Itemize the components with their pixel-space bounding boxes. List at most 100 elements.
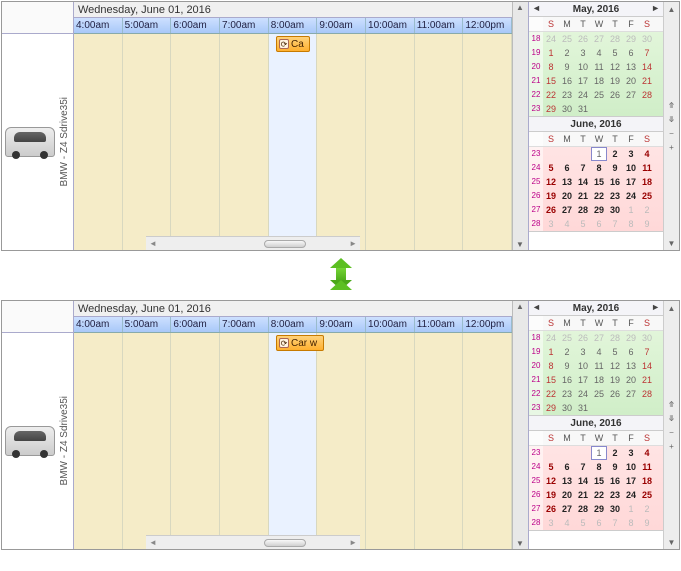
calendar-day[interactable]: 30 — [639, 32, 655, 46]
calendar-day[interactable]: 3 — [575, 345, 591, 359]
calendar-day[interactable]: 13 — [559, 175, 575, 189]
grid-column[interactable] — [171, 34, 220, 250]
calendar-day[interactable]: 24 — [623, 488, 639, 502]
calendar-day[interactable]: 29 — [591, 203, 607, 217]
calendar-day[interactable]: 9 — [607, 161, 623, 175]
appointment[interactable]: ⟳Car w — [276, 335, 324, 351]
calendar-day[interactable]: 29 — [623, 32, 639, 46]
calendar-day[interactable]: 21 — [575, 189, 591, 203]
zoom-in-button[interactable]: + — [669, 142, 674, 154]
calendar-day[interactable]: 5 — [543, 161, 559, 175]
calendar-day[interactable] — [575, 147, 591, 161]
calendar-day[interactable]: 1 — [591, 446, 607, 460]
calendar-day[interactable]: 4 — [559, 217, 575, 231]
calendar-day[interactable]: 23 — [607, 488, 623, 502]
calendar-day[interactable]: 8 — [591, 460, 607, 474]
grid-column[interactable] — [269, 333, 318, 549]
calendar-day[interactable]: 7 — [575, 460, 591, 474]
calendar-day[interactable] — [639, 401, 655, 415]
calendar-day[interactable]: 4 — [591, 345, 607, 359]
calendar-day[interactable] — [559, 446, 575, 460]
calendar-day[interactable]: 9 — [639, 217, 655, 231]
grid-column[interactable] — [269, 34, 318, 250]
calendar-day[interactable]: 24 — [575, 88, 591, 102]
grid-column[interactable] — [415, 333, 464, 549]
calendar-day[interactable]: 11 — [591, 359, 607, 373]
scroll-up-button[interactable]: ▲ — [668, 303, 676, 315]
calendar-day[interactable]: 3 — [543, 516, 559, 530]
calendar-day[interactable]: 15 — [591, 175, 607, 189]
calendar-day[interactable]: 15 — [543, 74, 559, 88]
appointment[interactable]: ⟳Ca — [276, 36, 310, 52]
calendar-day[interactable] — [591, 401, 607, 415]
calendar-day[interactable] — [591, 102, 607, 116]
calendar-day[interactable]: 21 — [575, 488, 591, 502]
calendar-day[interactable]: 2 — [607, 446, 623, 460]
next-month-button[interactable]: ► — [651, 3, 660, 13]
calendar-day[interactable]: 5 — [575, 217, 591, 231]
zoom-out-button[interactable]: − — [669, 128, 674, 140]
calendar-day[interactable]: 31 — [575, 401, 591, 415]
calendar-day[interactable]: 4 — [591, 46, 607, 60]
calendar-day[interactable]: 5 — [575, 516, 591, 530]
calendar-day[interactable]: 27 — [559, 502, 575, 516]
calendar-day[interactable] — [559, 147, 575, 161]
grid-column[interactable] — [123, 34, 172, 250]
calendar-day[interactable]: 26 — [575, 331, 591, 345]
calendar-day[interactable]: 2 — [559, 46, 575, 60]
calendar-day[interactable]: 30 — [559, 102, 575, 116]
calendar-day[interactable]: 28 — [639, 387, 655, 401]
calendar-day[interactable]: 26 — [607, 387, 623, 401]
calendar-day[interactable]: 10 — [623, 161, 639, 175]
calendar-day[interactable]: 26 — [543, 502, 559, 516]
calendar-day[interactable]: 8 — [543, 60, 559, 74]
calendar-day[interactable]: 4 — [639, 446, 655, 460]
calendar-day[interactable]: 28 — [639, 88, 655, 102]
calendar-day[interactable]: 25 — [559, 32, 575, 46]
calendar-day[interactable]: 8 — [591, 161, 607, 175]
calendar-day[interactable]: 3 — [543, 217, 559, 231]
timeline-grid[interactable]: ⟳Ca — [74, 34, 512, 250]
calendar-day[interactable]: 13 — [623, 60, 639, 74]
horizontal-scrollbar[interactable] — [146, 236, 360, 250]
calendar-day[interactable]: 15 — [543, 373, 559, 387]
calendar-day[interactable]: 25 — [639, 189, 655, 203]
calendar-day[interactable]: 19 — [543, 189, 559, 203]
calendar-day[interactable]: 19 — [607, 373, 623, 387]
calendar-day[interactable]: 14 — [575, 474, 591, 488]
grid-column[interactable] — [317, 34, 366, 250]
scrollbar-thumb[interactable] — [264, 240, 306, 248]
calendar-day[interactable]: 29 — [543, 401, 559, 415]
vertical-scrollbar[interactable] — [512, 301, 528, 549]
resource-row[interactable]: BMW - Z4 Sdrive35i — [2, 333, 73, 549]
calendar-day[interactable]: 6 — [623, 345, 639, 359]
calendar-day[interactable]: 26 — [607, 88, 623, 102]
calendar-day[interactable]: 11 — [639, 460, 655, 474]
calendar-day[interactable] — [607, 401, 623, 415]
calendar-day[interactable]: 2 — [639, 502, 655, 516]
calendar-day[interactable]: 24 — [543, 32, 559, 46]
calendar-day[interactable]: 3 — [623, 147, 639, 161]
calendar-day[interactable]: 25 — [559, 331, 575, 345]
calendar-day[interactable]: 22 — [591, 488, 607, 502]
calendar-day[interactable]: 26 — [575, 32, 591, 46]
calendar-day[interactable]: 27 — [623, 88, 639, 102]
calendar-day[interactable]: 8 — [543, 359, 559, 373]
calendar-day[interactable]: 17 — [575, 373, 591, 387]
calendar-day[interactable]: 28 — [607, 331, 623, 345]
calendar-day[interactable]: 25 — [639, 488, 655, 502]
calendar-day[interactable]: 14 — [639, 60, 655, 74]
calendar-day[interactable]: 2 — [639, 203, 655, 217]
zoom-in-button[interactable]: + — [669, 441, 674, 453]
calendar-day[interactable]: 6 — [559, 460, 575, 474]
calendar-day[interactable]: 23 — [559, 88, 575, 102]
calendar-day[interactable]: 13 — [559, 474, 575, 488]
calendar-day[interactable]: 29 — [591, 502, 607, 516]
grid-column[interactable] — [463, 333, 512, 549]
scroll-up-button[interactable]: ▲ — [668, 4, 676, 16]
calendar-day[interactable]: 30 — [607, 502, 623, 516]
scroll-down-button[interactable]: ▼ — [668, 537, 676, 549]
calendar-day[interactable]: 14 — [575, 175, 591, 189]
grid-column[interactable] — [220, 333, 269, 549]
calendar-day[interactable]: 2 — [607, 147, 623, 161]
